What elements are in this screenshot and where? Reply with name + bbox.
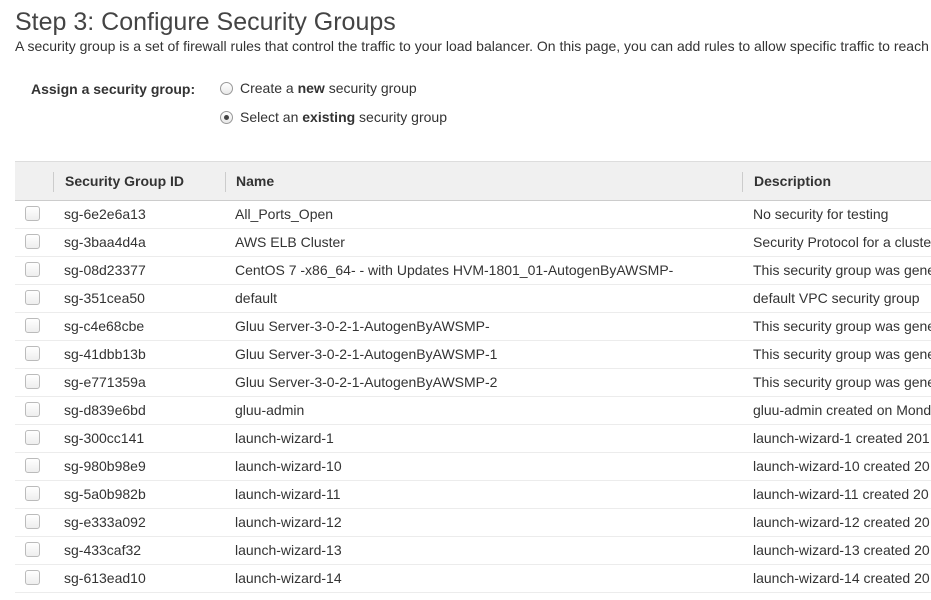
row-select-checkbox[interactable]	[25, 430, 40, 445]
table-header: Security Group ID Name Description	[15, 161, 931, 201]
table-row[interactable]: sg-613ead10 launch-wizard-14 launch-wizard…	[15, 565, 931, 593]
security-group-id-cell: sg-5a0b982b	[64, 486, 146, 502]
security-group-id-cell: sg-300cc141	[64, 430, 145, 446]
security-group-name-cell: launch-wizard-13	[235, 542, 342, 558]
column-divider	[225, 172, 226, 192]
security-group-id-cell: sg-41dbb13b	[64, 346, 146, 362]
security-group-description-cell: default VPC security group	[753, 290, 920, 306]
table-row[interactable]: sg-08d23377 CentOS 7 -x86_64- - with Upda…	[15, 257, 931, 285]
security-group-description-cell: This security group was gene	[753, 318, 931, 334]
security-group-name-cell: default	[235, 290, 278, 306]
security-group-id-cell: sg-613ead10	[64, 570, 146, 586]
security-group-description-cell: No security for testing	[753, 206, 889, 222]
assign-security-group-label: Assign a security group:	[31, 81, 196, 97]
page-title: Step 3: Configure Security Groups	[15, 8, 396, 36]
table-row[interactable]: sg-41dbb13b Gluu Server-3-0-2-1-AutogenBy…	[15, 341, 931, 369]
security-group-name-cell: All_Ports_Open	[235, 206, 334, 222]
column-header-name[interactable]: Name	[236, 162, 274, 200]
security-group-id-cell: sg-d839e6bd	[64, 402, 146, 418]
security-group-id-cell: sg-351cea50	[64, 290, 145, 306]
row-select-checkbox[interactable]	[25, 234, 40, 249]
security-group-description-cell: Security Protocol for a cluste	[753, 234, 931, 250]
row-select-checkbox[interactable]	[25, 542, 40, 557]
security-group-name-cell: AWS ELB Cluster	[235, 234, 345, 250]
column-header-description[interactable]: Description	[754, 162, 831, 200]
security-group-id-cell: sg-433caf32	[64, 542, 142, 558]
security-group-id-cell: sg-c4e68cbe	[64, 318, 145, 334]
security-group-name-cell: launch-wizard-14	[235, 570, 342, 586]
security-group-name-cell: CentOS 7 -x86_64- - with Updates HVM-180…	[235, 262, 674, 278]
security-group-name-cell: Gluu Server-3-0-2-1-AutogenByAWSMP-1	[235, 346, 498, 362]
column-header-security-group-id[interactable]: Security Group ID	[65, 162, 184, 200]
security-group-id-cell: sg-980b98e9	[64, 458, 146, 474]
table-row[interactable]: sg-980b98e9 launch-wizard-10 launch-wizard…	[15, 453, 931, 481]
row-select-checkbox[interactable]	[25, 290, 40, 305]
security-group-description-cell: launch-wizard-14 created 20	[753, 570, 930, 586]
security-group-description-cell: launch-wizard-11 created 20	[753, 486, 929, 502]
row-select-checkbox[interactable]	[25, 486, 40, 501]
security-group-description-cell: This security group was gene	[753, 346, 931, 362]
table-row[interactable]: sg-300cc141 launch-wizard-1 launch-wizard-…	[15, 425, 931, 453]
row-select-checkbox[interactable]	[25, 318, 40, 333]
security-group-name-cell: Gluu Server-3-0-2-1-AutogenByAWSMP-	[235, 318, 490, 334]
row-select-checkbox[interactable]	[25, 458, 40, 473]
create-new-radio-label: Create a new security group	[240, 80, 417, 96]
security-group-description-cell: launch-wizard-13 created 20	[753, 542, 930, 558]
security-group-id-cell: sg-e333a092	[64, 514, 146, 530]
table-row[interactable]: sg-351cea50 default default VPC security g…	[15, 285, 931, 313]
row-select-checkbox[interactable]	[25, 570, 40, 585]
table-body: sg-6e2e6a13 All_Ports_Open No security for…	[15, 201, 931, 593]
table-row[interactable]: sg-3baa4d4a AWS ELB Cluster Security Proto…	[15, 229, 931, 257]
security-group-name-cell: launch-wizard-12	[235, 514, 342, 530]
row-select-checkbox[interactable]	[25, 206, 40, 221]
select-existing-radio[interactable]	[220, 110, 233, 124]
security-group-name-cell: launch-wizard-11	[235, 486, 341, 502]
security-group-id-cell: sg-08d23377	[64, 262, 146, 278]
security-group-description-cell: This security group was gene	[753, 374, 931, 390]
security-group-id-cell: sg-6e2e6a13	[64, 206, 146, 222]
row-select-checkbox[interactable]	[25, 374, 40, 389]
row-select-checkbox[interactable]	[25, 346, 40, 361]
select-existing-radio-label: Select an existing security group	[240, 109, 447, 125]
row-select-checkbox[interactable]	[25, 402, 40, 417]
security-group-description-cell: launch-wizard-1 created 201	[753, 430, 930, 446]
column-divider	[53, 172, 54, 192]
create-new-security-group-option[interactable]: Create a new security group	[220, 79, 417, 97]
security-group-description-cell: This security group was gene	[753, 262, 931, 278]
table-row[interactable]: sg-433caf32 launch-wizard-13 launch-wizard…	[15, 537, 931, 565]
security-group-description-cell: gluu-admin created on Mond	[753, 402, 931, 418]
security-group-name-cell: Gluu Server-3-0-2-1-AutogenByAWSMP-2	[235, 374, 498, 390]
column-divider	[742, 172, 743, 192]
page-description: A security group is a set of firewall ru…	[15, 38, 929, 54]
row-select-checkbox[interactable]	[25, 262, 40, 277]
security-group-name-cell: launch-wizard-1	[235, 430, 334, 446]
table-row[interactable]: sg-5a0b982b launch-wizard-11 launch-wizard…	[15, 481, 931, 509]
security-group-id-cell: sg-e771359a	[64, 374, 146, 390]
create-new-radio[interactable]	[220, 81, 233, 95]
select-existing-security-group-option[interactable]: Select an existing security group	[220, 108, 447, 126]
table-row[interactable]: sg-d839e6bd gluu-admin gluu-admin created …	[15, 397, 931, 425]
security-group-description-cell: launch-wizard-10 created 20	[753, 458, 930, 474]
security-group-id-cell: sg-3baa4d4a	[64, 234, 146, 250]
table-row[interactable]: sg-e333a092 launch-wizard-12 launch-wizard…	[15, 509, 931, 537]
table-row[interactable]: sg-6e2e6a13 All_Ports_Open No security for…	[15, 201, 931, 229]
security-group-name-cell: gluu-admin	[235, 402, 305, 418]
table-row[interactable]: sg-c4e68cbe Gluu Server-3-0-2-1-AutogenBy…	[15, 313, 931, 341]
security-groups-table: Security Group ID Name Description sg-6e…	[15, 161, 931, 600]
table-row[interactable]: sg-e771359a Gluu Server-3-0-2-1-AutogenBy…	[15, 369, 931, 397]
security-group-name-cell: launch-wizard-10	[235, 458, 342, 474]
security-group-description-cell: launch-wizard-12 created 20	[753, 514, 930, 530]
row-select-checkbox[interactable]	[25, 514, 40, 529]
